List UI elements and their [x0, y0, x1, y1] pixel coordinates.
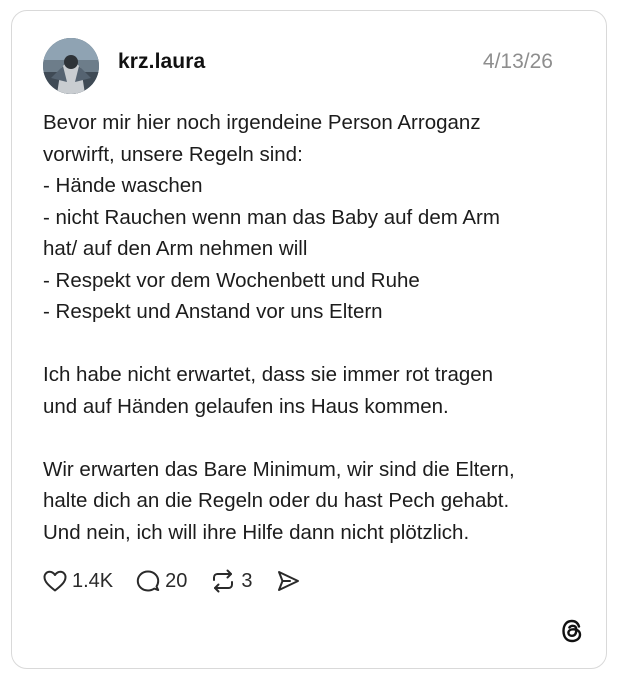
avatar[interactable]: [43, 38, 99, 94]
post-date[interactable]: 4/13/26: [483, 50, 553, 74]
heart-icon: [43, 570, 67, 592]
send-icon: [277, 571, 299, 591]
post-text-line: Wir erwarten das Bare Minimum, wir sind …: [43, 457, 515, 481]
username[interactable]: krz.laura: [118, 50, 205, 74]
repost-button[interactable]: 3: [209, 569, 253, 593]
comment-icon: [136, 570, 160, 592]
like-button[interactable]: 1.4K: [42, 569, 113, 593]
post-text-line: Und nein, ich will ihre Hilfe dann nicht…: [43, 520, 470, 544]
share-button[interactable]: [275, 569, 305, 593]
post-text-line: Ich habe nicht erwartet, dass sie immer …: [43, 363, 494, 386]
post-text-line: - Respekt vor dem Wochenbett und Ruhe: [43, 268, 420, 292]
post-text-line: - Respekt und Anstand vor uns Eltern: [43, 300, 383, 323]
reply-button[interactable]: 20: [135, 569, 187, 593]
post-card: krz.laura 4/13/26 Bevor mir hier noch ir…: [11, 10, 607, 669]
threads-logo-icon[interactable]: [558, 617, 586, 645]
avatar-photo-icon: [43, 38, 99, 94]
post-text-line: hat/ auf den Arm nehmen will: [43, 237, 308, 260]
post-text-line: und auf Händen gelaufen ins Haus kommen.: [43, 394, 449, 418]
repost-count: 3: [241, 569, 253, 592]
post-text-line: vorwirft, unsere Regeln sind:: [43, 142, 303, 166]
post-text-line: Bevor mir hier noch irgendeine Person Ar…: [43, 111, 481, 134]
post-text-line: - Hände waschen: [43, 174, 203, 197]
repost-icon: [213, 569, 234, 593]
post-text-line: - nicht Rauchen wenn man das Baby auf de…: [43, 205, 500, 229]
post-text-line: halte dich an die Regeln oder du hast Pe…: [43, 489, 510, 512]
like-count: 1.4K: [72, 569, 114, 592]
post-text: Bevor mir hier noch irgendeine Person Ar…: [43, 107, 583, 548]
reply-count: 20: [165, 569, 188, 592]
action-bar: 1.4K 20 3: [42, 567, 327, 595]
